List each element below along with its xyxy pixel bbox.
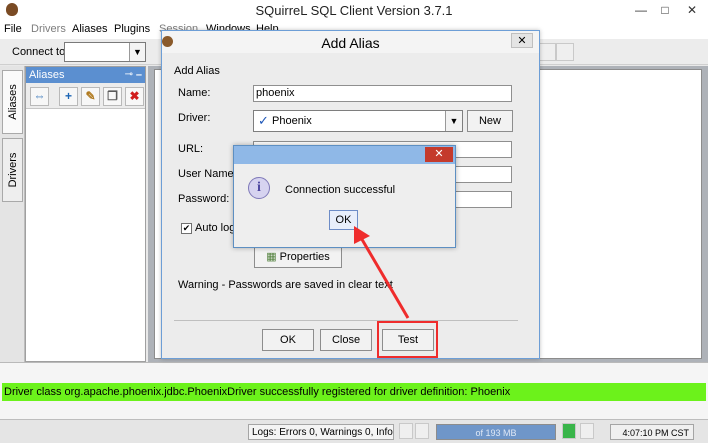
chevron-down-icon[interactable]: ▼ xyxy=(445,111,462,131)
connect-icon[interactable]: ⇔ xyxy=(30,87,49,106)
add-alias-icon[interactable]: + xyxy=(59,87,78,106)
new-driver-button[interactable]: New xyxy=(467,110,513,132)
copy-icon[interactable] xyxy=(556,43,574,61)
aliases-panel: Aliases ⊸ – ⇔ + ✎ ❐ ✖ xyxy=(25,66,146,362)
main-title-bar: SQuirreL SQL Client Version 3.7.1 — □ ✕ xyxy=(0,0,708,20)
log-icon[interactable] xyxy=(399,423,413,439)
close-window-button[interactable]: ✕ xyxy=(681,0,703,20)
memory-indicator[interactable]: of 193 MB xyxy=(436,424,556,440)
properties-button-label: Properties xyxy=(279,251,330,263)
tab-drivers-label: Drivers xyxy=(6,152,19,188)
main-window-title: SQuirreL SQL Client Version 3.7.1 xyxy=(255,3,453,18)
password-label: Password: xyxy=(178,193,230,205)
properties-icon: ▦ xyxy=(266,251,280,263)
auto-logon-checkbox[interactable]: ✔ xyxy=(181,223,192,234)
delete-alias-icon[interactable]: ✖ xyxy=(125,87,144,106)
clock: 4:07:10 PM CST xyxy=(610,424,694,440)
message-box-title-bar[interactable]: ✕ xyxy=(234,146,455,164)
tab-aliases[interactable]: Aliases xyxy=(2,70,23,134)
dialog-close-button[interactable]: ✕ xyxy=(511,33,533,48)
log-message: Driver class org.apache.phoenix.jdbc.Pho… xyxy=(2,383,706,401)
driver-label: Driver: xyxy=(178,112,211,124)
connect-to-select[interactable]: ▼ xyxy=(64,42,146,62)
close-button[interactable]: Close xyxy=(320,329,372,351)
logs-summary[interactable]: Logs: Errors 0, Warnings 0, Infos 10 xyxy=(248,424,394,440)
aliases-panel-header: Aliases ⊸ – xyxy=(26,67,145,83)
menu-plugins[interactable]: Plugins xyxy=(114,23,150,35)
ok-button[interactable]: OK xyxy=(262,329,314,351)
name-field[interactable]: phoenix xyxy=(253,85,512,102)
url-label: URL: xyxy=(178,143,204,155)
driver-select-value: Phoenix xyxy=(272,115,312,127)
tab-aliases-label: Aliases xyxy=(6,84,19,120)
gc-icon[interactable] xyxy=(562,423,576,439)
maximize-button[interactable]: □ xyxy=(654,0,676,20)
pin-icon[interactable]: ⊸ xyxy=(125,67,133,83)
copy-alias-icon[interactable]: ❐ xyxy=(103,87,122,106)
chevron-down-icon[interactable]: ▼ xyxy=(129,43,145,61)
properties-button[interactable]: ▦ Properties xyxy=(254,246,342,268)
check-icon: ✓ xyxy=(258,113,269,128)
message-panel: Driver class org.apache.phoenix.jdbc.Pho… xyxy=(0,362,708,419)
minimize-button[interactable]: — xyxy=(630,0,652,20)
connect-to-label: Connect to: xyxy=(12,46,69,58)
annotation-arrow xyxy=(354,226,410,319)
menu-file[interactable]: File xyxy=(4,23,22,35)
trash-icon[interactable] xyxy=(580,423,594,439)
minimize-panel-icon[interactable]: – xyxy=(136,67,142,83)
edit-alias-icon[interactable]: ✎ xyxy=(81,87,100,106)
toolbar-disabled-button[interactable] xyxy=(538,43,556,61)
annotation-highlight-box xyxy=(377,321,438,358)
driver-select[interactable]: ✓ Phoenix ▼ xyxy=(253,110,463,132)
message-box-close-button[interactable]: ✕ xyxy=(425,147,453,162)
side-tabs: Aliases Drivers xyxy=(0,66,25,362)
aliases-toolbar: ⇔ + ✎ ❐ ✖ xyxy=(26,83,145,109)
section-heading: Add Alias xyxy=(174,65,220,77)
menu-drivers[interactable]: Drivers xyxy=(31,23,66,35)
add-alias-title: Add Alias xyxy=(321,35,380,51)
status-bar: Logs: Errors 0, Warnings 0, Infos 10 of … xyxy=(0,419,708,443)
user-name-label: User Name: xyxy=(178,168,237,180)
add-alias-title-bar[interactable]: Add Alias ✕ xyxy=(162,31,539,53)
name-label: Name: xyxy=(178,87,211,99)
log-icon-2[interactable] xyxy=(415,423,429,439)
menu-aliases[interactable]: Aliases xyxy=(72,23,107,35)
aliases-panel-title: Aliases xyxy=(29,69,65,81)
connection-message: Connection successful xyxy=(285,184,396,196)
info-icon: i xyxy=(248,177,270,199)
tab-drivers[interactable]: Drivers xyxy=(2,138,23,202)
